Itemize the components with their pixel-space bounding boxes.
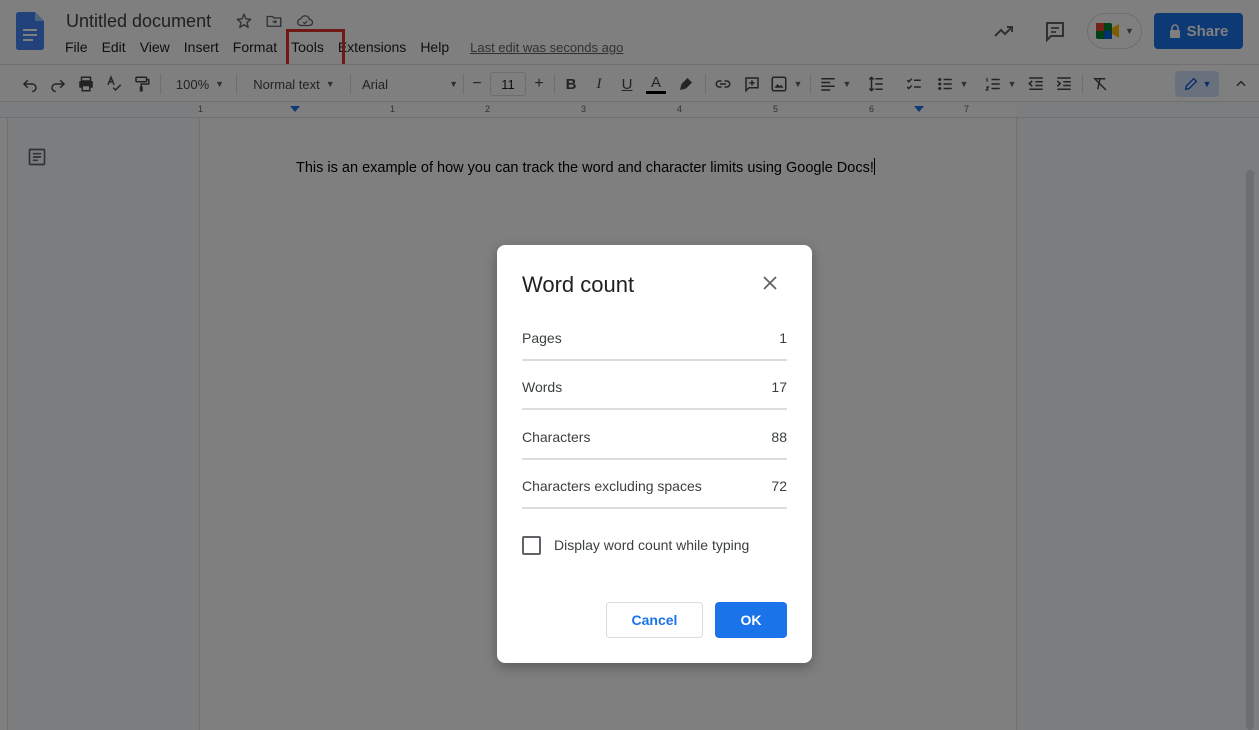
stat-value: 1 [779, 330, 787, 346]
stat-value: 17 [771, 379, 787, 395]
stat-value: 72 [771, 478, 787, 494]
dialog-title: Word count [522, 272, 635, 297]
checkbox-label: Display word count while typing [554, 537, 750, 553]
cancel-button[interactable]: Cancel [606, 602, 703, 638]
word-count-dialog: Word count Pages 1 Words 17 Characters 8… [497, 245, 812, 663]
stat-row-characters-no-spaces: Characters excluding spaces 72 [522, 460, 787, 509]
display-word-count-checkbox[interactable] [522, 535, 541, 555]
close-button[interactable] [759, 272, 781, 294]
stat-label: Words [522, 379, 563, 395]
stat-row-characters: Characters 88 [522, 411, 787, 460]
stat-value: 88 [771, 429, 787, 445]
stat-label: Characters excluding spaces [522, 478, 702, 494]
stat-label: Pages [522, 330, 562, 346]
stat-row-words: Words 17 [522, 361, 787, 410]
display-word-count-option[interactable]: Display word count while typing [522, 535, 749, 555]
ok-button[interactable]: OK [715, 602, 787, 638]
close-icon [763, 276, 777, 290]
stat-label: Characters [522, 429, 591, 445]
stat-row-pages: Pages 1 [522, 312, 787, 361]
